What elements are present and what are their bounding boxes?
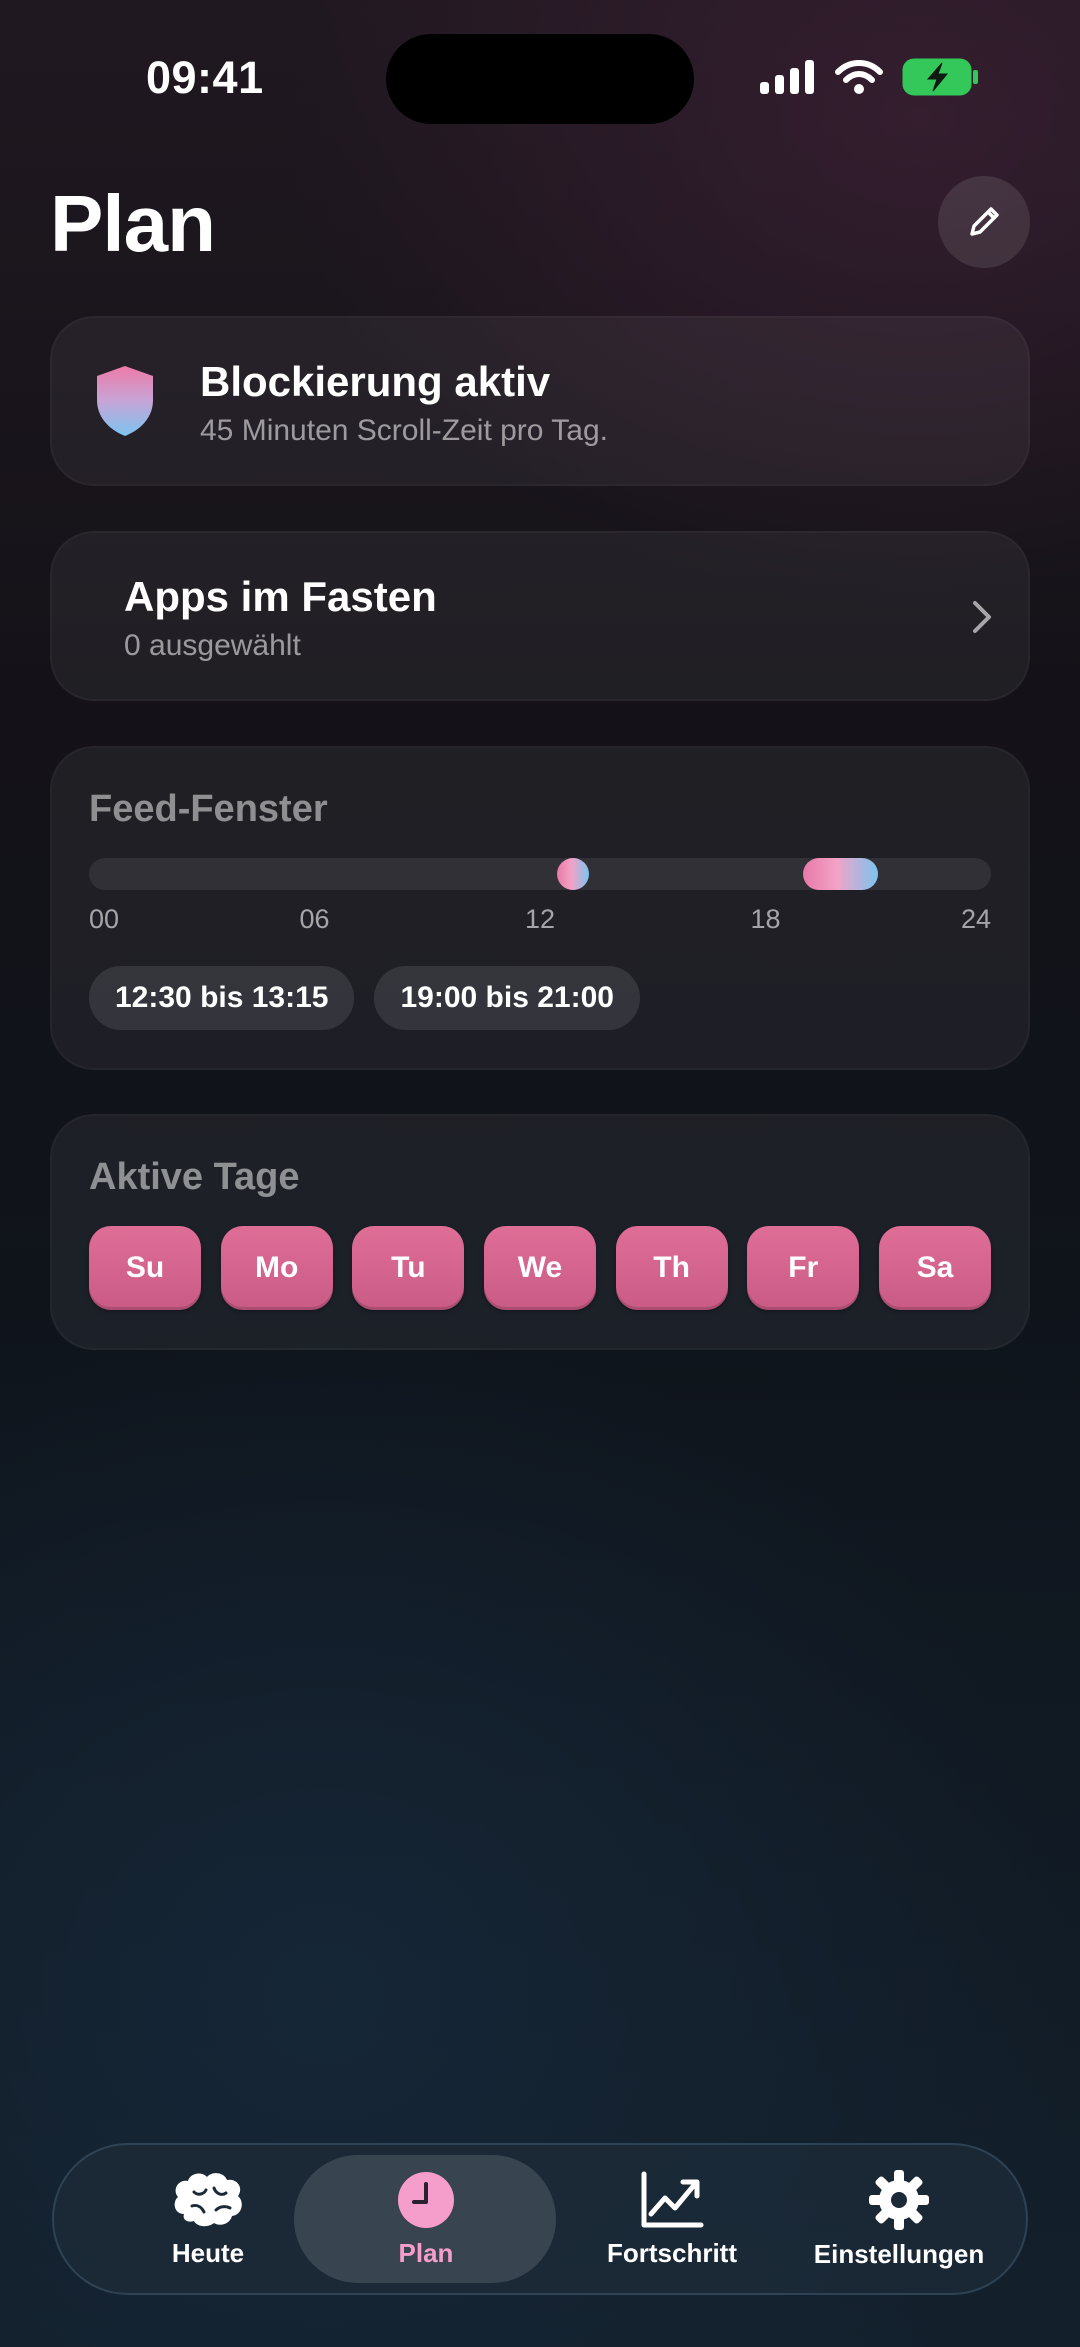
- timeline-tick-label: 12: [524, 904, 556, 934]
- tab-label-plan: Plan: [398, 2237, 454, 2268]
- status-icons: [760, 58, 980, 96]
- wifi-icon: [835, 60, 883, 94]
- feed-timeline[interactable]: [89, 858, 991, 890]
- edit-button[interactable]: [938, 176, 1030, 268]
- day-selector: Su Mo Tu We Th Fr Sa: [89, 1226, 991, 1310]
- tab-label-heute: Heute: [171, 2237, 245, 2268]
- tab-label-einstellungen: Einstellungen: [813, 2238, 985, 2269]
- chart-line-icon: [641, 2171, 704, 2227]
- shield-icon: [97, 366, 153, 436]
- tab-fortschritt[interactable]: Fortschritt: [567, 2143, 777, 2295]
- day-toggle-we[interactable]: We: [483, 1226, 596, 1310]
- tab-bar: Heute Plan Fortschritt Einstellungen: [52, 2143, 1028, 2295]
- day-toggle-fr[interactable]: Fr: [747, 1226, 860, 1310]
- day-toggle-sa[interactable]: Sa: [878, 1226, 991, 1310]
- feed-window-segment[interactable]: [556, 858, 589, 890]
- timeline-tick-label: 24: [960, 904, 991, 934]
- tab-heute[interactable]: Heute: [128, 2143, 288, 2295]
- brain-icon: [174, 2172, 242, 2226]
- active-days-card: Aktive Tage Su Mo Tu We Th Fr Sa: [50, 1114, 1030, 1350]
- tab-einstellungen[interactable]: Einstellungen: [792, 2143, 1006, 2295]
- battery-charging-icon: [902, 58, 978, 96]
- clock-icon: [398, 2171, 454, 2228]
- timeline-tick-label: 00: [89, 904, 120, 934]
- timeline-ticks: 00 06 12 18 24: [89, 904, 991, 938]
- dynamic-island: [386, 34, 694, 124]
- timeline-tick-label: 06: [299, 904, 330, 934]
- day-toggle-tu[interactable]: Tu: [352, 1226, 465, 1310]
- cellular-signal-icon: [760, 60, 814, 94]
- chevron-right-icon: [973, 601, 991, 633]
- status-bar: 09:41: [0, 0, 1080, 150]
- timeline-tick-label: 18: [750, 904, 781, 934]
- feed-window-chips: 12:30 bis 13:15 19:00 bis 21:00: [89, 966, 640, 1030]
- feed-window-segment[interactable]: [803, 858, 879, 890]
- block-status-card: Blockierung aktiv 45 Minuten Scroll-Zeit…: [50, 316, 1030, 486]
- status-time: 09:41: [146, 52, 264, 103]
- apps-selected-count: 0 ausgewählt: [124, 629, 301, 662]
- day-toggle-th[interactable]: Th: [615, 1226, 728, 1310]
- tab-label-fortschritt: Fortschritt: [607, 2237, 737, 2268]
- tab-plan[interactable]: Plan: [346, 2143, 506, 2295]
- feed-window-card: Feed-Fenster 00 06 12 18 24 12:30 bis 13:15 …: [50, 746, 1030, 1070]
- pencil-icon: [970, 207, 999, 236]
- day-toggle-mo[interactable]: Mo: [220, 1226, 333, 1310]
- apps-fasting-row[interactable]: Apps im Fasten 0 ausgewählt: [50, 531, 1030, 701]
- feed-window-label: Feed-Fenster: [89, 788, 328, 830]
- apps-title: Apps im Fasten: [124, 573, 437, 620]
- day-toggle-su[interactable]: Su: [89, 1226, 201, 1310]
- active-days-label: Aktive Tage: [89, 1156, 300, 1198]
- feed-window-chip[interactable]: 19:00 bis 21:00: [374, 966, 640, 1030]
- feed-window-chip[interactable]: 12:30 bis 13:15: [89, 966, 355, 1030]
- page-title: Plan: [50, 179, 216, 268]
- block-status-title: Blockierung aktiv: [200, 358, 551, 405]
- block-status-subtitle: 45 Minuten Scroll-Zeit pro Tag.: [200, 414, 608, 447]
- gear-icon: [869, 2169, 929, 2230]
